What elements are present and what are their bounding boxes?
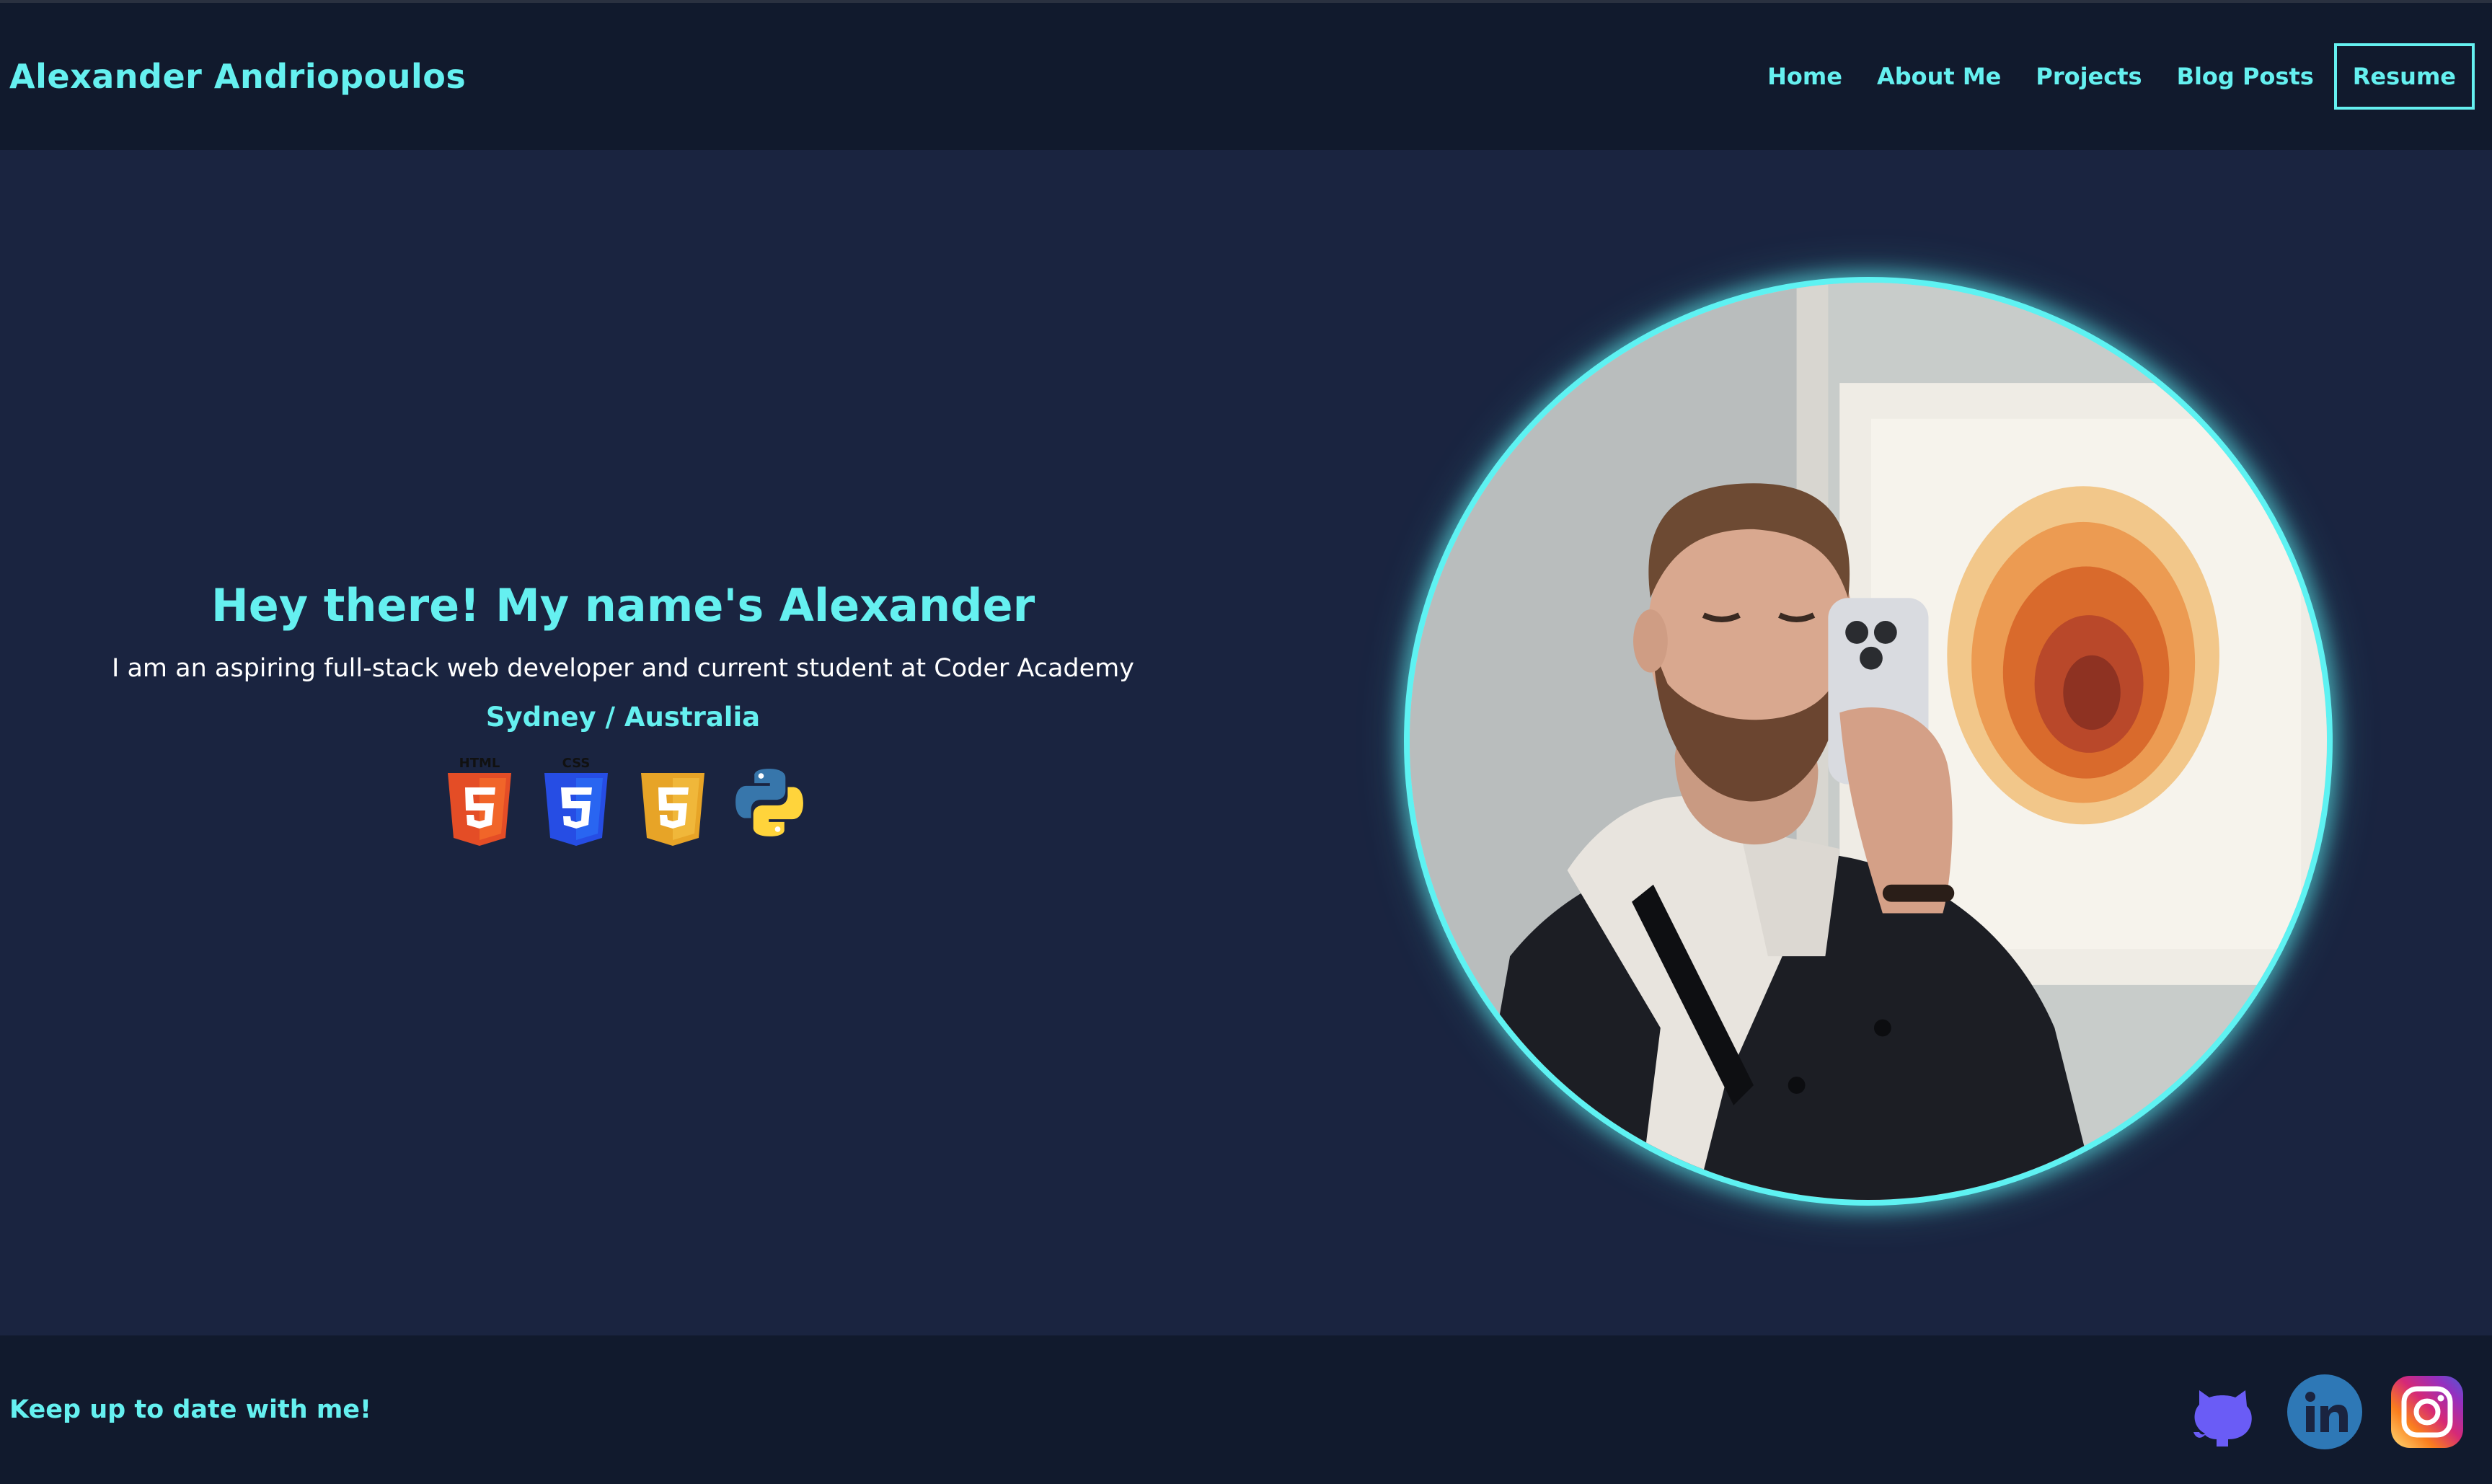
profile-photo <box>1410 283 2327 1200</box>
site-footer: Keep up to date with me! <box>0 1335 2492 1484</box>
site-header: Alexander Andriopoulos Home About Me Pro… <box>0 3 2492 150</box>
hero-subtitle: I am an aspiring full-stack web develope… <box>112 654 1134 683</box>
javascript-icon <box>637 754 709 851</box>
hero-location: Sydney / Australia <box>485 702 761 733</box>
footer-tagline: Keep up to date with me! <box>9 1395 371 1424</box>
linkedin-icon[interactable] <box>2287 1374 2362 1449</box>
nav-projects[interactable]: Projects <box>2036 63 2142 90</box>
nav-home[interactable]: Home <box>1767 63 1842 90</box>
main-nav: Home About Me Projects Blog Posts Resume <box>1733 43 2475 110</box>
profile-avatar <box>1404 277 2333 1206</box>
html5-icon: HTML <box>443 754 516 851</box>
nav-about-me[interactable]: About Me <box>1877 63 2001 90</box>
social-links <box>2185 1374 2465 1449</box>
hero-intro: Hey there! My name's Alexander I am an a… <box>0 577 1246 851</box>
hero-title: Hey there! My name's Alexander <box>211 579 1035 632</box>
css3-icon: CSS <box>540 754 612 851</box>
python-icon <box>733 754 805 851</box>
html5-icon-label: HTML <box>459 756 500 771</box>
css3-icon-label: CSS <box>562 756 591 771</box>
instagram-icon[interactable] <box>2390 1374 2465 1449</box>
tech-stack-icons: HTML CSS <box>0 754 1246 851</box>
nav-blog-posts[interactable]: Blog Posts <box>2177 63 2314 90</box>
github-icon[interactable] <box>2185 1374 2260 1449</box>
resume-button[interactable]: Resume <box>2333 43 2475 110</box>
site-brand[interactable]: Alexander Andriopoulos <box>9 3 466 150</box>
